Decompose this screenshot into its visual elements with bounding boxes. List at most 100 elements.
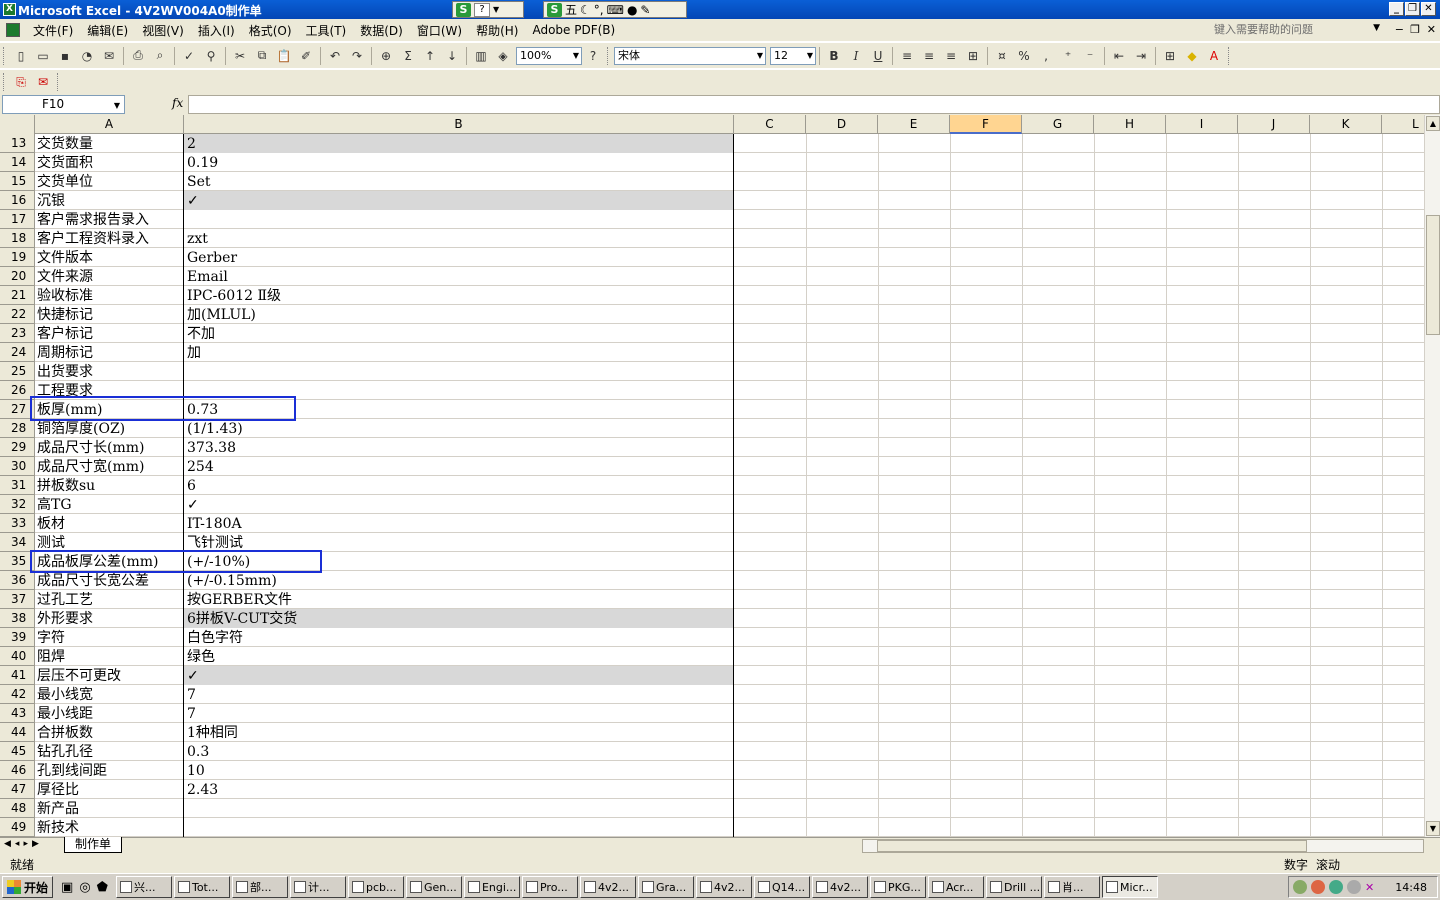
taskbar-button[interactable]: 计... bbox=[289, 876, 346, 898]
chevron-down-icon[interactable]: ▼ bbox=[807, 48, 813, 64]
toolbar-grip[interactable] bbox=[57, 73, 61, 91]
menu-tools[interactable]: 工具(T) bbox=[299, 22, 354, 39]
row-header[interactable]: 44 bbox=[0, 723, 35, 742]
row-header[interactable]: 40 bbox=[0, 647, 35, 666]
restore-button[interactable]: ❐ bbox=[1405, 2, 1420, 16]
cell-b[interactable]: 绿色 bbox=[184, 647, 734, 666]
column-header-f[interactable]: F bbox=[950, 115, 1022, 134]
chevron-down-icon[interactable]: ▼ bbox=[114, 97, 120, 114]
row-header[interactable]: 46 bbox=[0, 761, 35, 780]
cell-b[interactable]: 7 bbox=[184, 685, 734, 704]
email-icon[interactable]: ✉ bbox=[98, 46, 120, 66]
column-header-h[interactable]: H bbox=[1094, 115, 1166, 134]
cell-a[interactable]: 成品尺寸长宽公差 bbox=[35, 571, 184, 590]
format-painter-icon[interactable]: ✐ bbox=[295, 46, 317, 66]
row-header[interactable]: 16 bbox=[0, 191, 35, 210]
row-header[interactable]: 28 bbox=[0, 419, 35, 438]
cell-b[interactable]: 6 bbox=[184, 476, 734, 495]
scroll-up-icon[interactable]: ▲ bbox=[1426, 116, 1440, 131]
column-header-e[interactable]: E bbox=[878, 115, 950, 134]
cell-b[interactable]: 加 bbox=[184, 343, 734, 362]
cell-b[interactable]: (+/-0.15mm) bbox=[184, 571, 734, 590]
increase-decimal-icon[interactable]: ⁺ bbox=[1057, 46, 1079, 66]
new-icon[interactable]: ▯ bbox=[10, 46, 32, 66]
toolbar-grip[interactable] bbox=[3, 46, 7, 65]
cell-a[interactable]: 厚径比 bbox=[35, 780, 184, 799]
cell-a[interactable]: 过孔工艺 bbox=[35, 590, 184, 609]
taskbar-button[interactable]: Acr... bbox=[927, 876, 984, 898]
scroll-down-icon[interactable]: ▼ bbox=[1426, 821, 1440, 836]
row-header[interactable]: 37 bbox=[0, 590, 35, 609]
align-right-icon[interactable]: ≡ bbox=[940, 46, 962, 66]
cell-a[interactable]: 成品尺寸长(mm) bbox=[35, 438, 184, 457]
clock-app-icon[interactable]: ◎ bbox=[79, 880, 90, 895]
row-header[interactable]: 42 bbox=[0, 685, 35, 704]
taskbar-button[interactable]: Drill ... bbox=[985, 876, 1042, 898]
pdf-email-icon[interactable]: ✉ bbox=[32, 72, 54, 92]
cut-icon[interactable]: ✂ bbox=[229, 46, 251, 66]
font-color-icon[interactable]: A bbox=[1203, 46, 1225, 66]
cell-b[interactable]: ✓ bbox=[184, 191, 734, 210]
chevron-down-icon[interactable]: ▼ bbox=[493, 5, 499, 14]
row-header[interactable]: 18 bbox=[0, 229, 35, 248]
row-header[interactable]: 49 bbox=[0, 818, 35, 837]
cell-b[interactable]: IPC-6012 Ⅱ级 bbox=[184, 286, 734, 305]
cell-b[interactable]: IT-180A bbox=[184, 514, 734, 533]
menu-window[interactable]: 窗口(W) bbox=[410, 22, 469, 39]
cell-b[interactable]: ✓ bbox=[184, 666, 734, 685]
taskbar-button[interactable]: Engi... bbox=[463, 876, 520, 898]
toolbar-grip[interactable] bbox=[3, 73, 7, 91]
workbook-close-button[interactable]: ✕ bbox=[1427, 23, 1436, 36]
row-header[interactable]: 13 bbox=[0, 134, 35, 153]
cell-b[interactable]: 7 bbox=[184, 704, 734, 723]
row-header[interactable]: 15 bbox=[0, 172, 35, 191]
ime-status-bar[interactable]: S 五 ☾ °, ⌨ ● ✎ bbox=[543, 1, 687, 18]
redo-icon[interactable]: ↷ bbox=[346, 46, 368, 66]
menu-data[interactable]: 数据(D) bbox=[353, 22, 410, 39]
row-header[interactable]: 31 bbox=[0, 476, 35, 495]
workbook-icon[interactable] bbox=[6, 23, 20, 37]
chevron-down-icon[interactable]: ▼ bbox=[757, 48, 763, 64]
zoom-select[interactable]: 100% ▼ bbox=[516, 46, 582, 65]
cell-a[interactable]: 客户工程资料录入 bbox=[35, 229, 184, 248]
sort-ascending-icon[interactable]: ↑ bbox=[419, 46, 441, 66]
cell-a[interactable]: 钻孔孔径 bbox=[35, 742, 184, 761]
cell-b[interactable]: Email bbox=[184, 267, 734, 286]
cell-b[interactable]: 2.43 bbox=[184, 780, 734, 799]
cell-b[interactable]: Gerber bbox=[184, 248, 734, 267]
autosum-icon[interactable]: Σ bbox=[397, 46, 419, 66]
align-center-icon[interactable]: ≡ bbox=[918, 46, 940, 66]
copy-icon[interactable]: ⧉ bbox=[251, 46, 273, 66]
row-header[interactable]: 25 bbox=[0, 362, 35, 381]
print-preview-icon[interactable]: ⌕ bbox=[149, 46, 171, 66]
column-header-a[interactable]: A bbox=[35, 115, 184, 134]
menu-adobe-pdf[interactable]: Adobe PDF(B) bbox=[525, 23, 622, 37]
cell-a[interactable]: 交货面积 bbox=[35, 153, 184, 172]
cell-a[interactable]: 高TG bbox=[35, 495, 184, 514]
cell-b[interactable] bbox=[184, 362, 734, 381]
horizontal-scrollbar[interactable] bbox=[862, 839, 1424, 853]
vertical-scrollbar[interactable]: ▲ ▼ bbox=[1424, 115, 1440, 837]
taskbar-button[interactable]: pcb... bbox=[347, 876, 404, 898]
row-header[interactable]: 17 bbox=[0, 210, 35, 229]
column-header-j[interactable]: J bbox=[1238, 115, 1310, 134]
tray-close-icon[interactable]: ✕ bbox=[1365, 881, 1374, 894]
tray-app-icon[interactable] bbox=[1329, 880, 1343, 894]
help-dropdown-icon[interactable]: ▼ bbox=[1373, 23, 1380, 33]
formula-input[interactable] bbox=[188, 95, 1440, 114]
taskbar-button[interactable]: 4v2... bbox=[811, 876, 868, 898]
row-header[interactable]: 22 bbox=[0, 305, 35, 324]
punctuation-icon[interactable]: °, bbox=[594, 3, 604, 17]
row-header[interactable]: 30 bbox=[0, 457, 35, 476]
taskbar-button[interactable]: 4v2... bbox=[579, 876, 636, 898]
vertical-scroll-thumb[interactable] bbox=[1426, 215, 1440, 335]
taskbar-button[interactable]: Q14... bbox=[753, 876, 810, 898]
menu-file[interactable]: 文件(F) bbox=[26, 22, 80, 39]
cell-a[interactable]: 出货要求 bbox=[35, 362, 184, 381]
workbook-restore-button[interactable]: ❐ bbox=[1410, 23, 1420, 36]
cell-a[interactable]: 铜箔厚度(OZ) bbox=[35, 419, 184, 438]
cell-b[interactable]: 254 bbox=[184, 457, 734, 476]
tray-app-icon[interactable] bbox=[1347, 880, 1361, 894]
select-all-button[interactable] bbox=[0, 115, 35, 134]
taskbar-button[interactable]: Tot... bbox=[173, 876, 230, 898]
